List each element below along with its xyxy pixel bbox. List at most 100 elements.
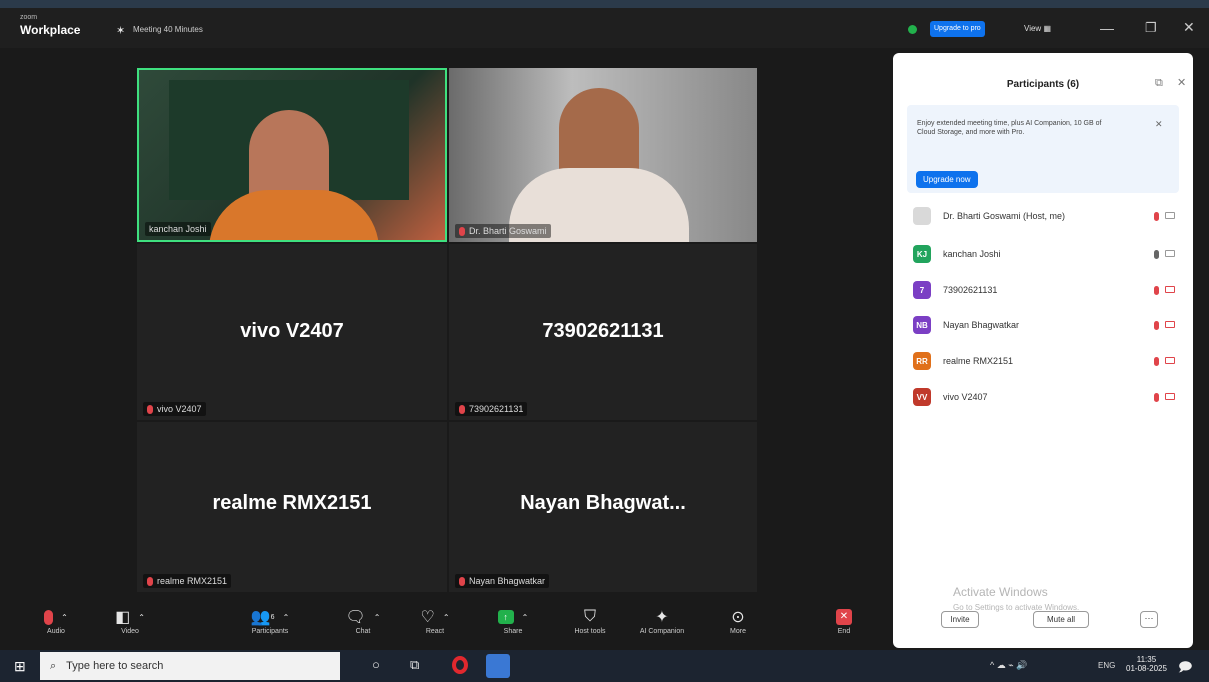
mic-muted-icon[interactable] bbox=[1154, 356, 1159, 366]
ai-companion-label: AI Companion bbox=[639, 628, 685, 635]
clock[interactable]: 11:35 01-08-2025 bbox=[1126, 655, 1167, 673]
meeting-title[interactable]: Meeting 40 Minutes bbox=[133, 25, 203, 34]
brand-top: zoom bbox=[20, 14, 38, 21]
taskbar-search[interactable]: ⌕ Type here to search bbox=[40, 652, 340, 680]
tile-label-text: realme RMX2151 bbox=[157, 576, 228, 586]
video-tile-realme[interactable]: realme RMX2151 realme RMX2151 bbox=[137, 422, 447, 592]
audio-button[interactable]: ⌃ Audio bbox=[26, 606, 86, 635]
video-label: Video bbox=[121, 628, 139, 635]
promo-text: Enjoy extended meeting time, plus AI Com… bbox=[917, 120, 1102, 136]
tray-icons[interactable]: ^ ☁ ⌁ 🔊 bbox=[990, 660, 1027, 671]
zoom-app-icon[interactable] bbox=[486, 654, 510, 678]
participant-row[interactable]: NB Nayan Bhagwatkar bbox=[913, 314, 1175, 336]
audio-label: Audio bbox=[47, 628, 65, 635]
mic-muted-icon bbox=[459, 226, 465, 236]
more-button[interactable]: ⊙ More bbox=[708, 606, 768, 635]
tile-name: 73902621131 bbox=[542, 320, 664, 342]
windows-start-icon[interactable]: ⊞ bbox=[14, 658, 26, 675]
view-button[interactable]: View ▦ bbox=[1024, 24, 1051, 33]
share-label: Share bbox=[503, 628, 523, 635]
participant-row[interactable]: VV vivo V2407 bbox=[913, 386, 1175, 408]
participant-row[interactable]: 7 73902621131 bbox=[913, 279, 1175, 301]
notification-icon[interactable]: 🗩 bbox=[1178, 658, 1192, 680]
participant-icons bbox=[1154, 285, 1175, 295]
search-icon: ⌕ bbox=[50, 659, 57, 672]
activate-windows-subtitle: Go to Settings to activate Windows. bbox=[953, 603, 1080, 612]
video-tile-kanchan[interactable]: kanchan Joshi bbox=[137, 68, 447, 242]
tile-name: vivo V2407 bbox=[240, 320, 344, 342]
video-button[interactable]: ◧ ⌃ Video bbox=[100, 606, 160, 635]
dismiss-promo-icon[interactable]: ✕ bbox=[1155, 119, 1163, 130]
windows-taskbar: ⊞ ⌕ Type here to search ○ ⧉ ^ ☁ ⌁ 🔊 ENG … bbox=[0, 650, 1209, 682]
host-tools-button[interactable]: ⛉ Host tools bbox=[560, 606, 620, 635]
end-label: End bbox=[837, 628, 851, 635]
tile-label-text: vivo V2407 bbox=[157, 404, 202, 414]
mic-icon[interactable] bbox=[1154, 249, 1159, 259]
activate-windows-title: Activate Windows bbox=[953, 585, 1048, 599]
more-options-button[interactable]: ··· bbox=[1140, 611, 1158, 628]
participants-panel: Participants (6) ⧉ ✕ Enjoy extended meet… bbox=[893, 53, 1193, 648]
video-tile-nayan[interactable]: Nayan Bhagwat... Nayan Bhagwatkar bbox=[449, 422, 757, 592]
share-icon: ↑ ⌃ bbox=[483, 606, 543, 628]
mic-muted-icon[interactable] bbox=[1154, 211, 1159, 221]
close-button[interactable]: ✕ bbox=[1183, 19, 1195, 36]
tile-label: vivo V2407 bbox=[143, 402, 206, 416]
host-tools-label: Host tools bbox=[574, 628, 606, 635]
mic-muted-icon[interactable] bbox=[1154, 392, 1159, 402]
camera-off-icon[interactable] bbox=[1165, 392, 1175, 400]
restore-button[interactable]: ❐ bbox=[1145, 20, 1157, 36]
view-label: View bbox=[1024, 24, 1042, 33]
tile-label: realme RMX2151 bbox=[143, 574, 232, 588]
mic-muted-icon bbox=[147, 576, 153, 586]
close-panel-icon[interactable]: ✕ bbox=[1177, 76, 1186, 89]
camera-icon[interactable] bbox=[1165, 249, 1175, 257]
task-view-icon[interactable]: ⧉ bbox=[410, 657, 419, 673]
ai-companion-button[interactable]: ✦ AI Companion bbox=[632, 606, 692, 635]
language-indicator[interactable]: ENG bbox=[1098, 661, 1115, 670]
participant-row[interactable]: RR realme RMX2151 bbox=[913, 350, 1175, 372]
tile-label: kanchan Joshi bbox=[145, 222, 211, 236]
search-placeholder: Type here to search bbox=[66, 660, 164, 672]
chat-label: Chat bbox=[355, 628, 371, 635]
tile-name: realme RMX2151 bbox=[212, 492, 372, 514]
minimize-button[interactable]: — bbox=[1100, 20, 1114, 36]
share-button[interactable]: ↑ ⌃ Share bbox=[483, 606, 543, 635]
avatar bbox=[913, 207, 931, 225]
participants-label: Participants bbox=[251, 628, 289, 635]
participant-row[interactable]: KJ kanchan Joshi bbox=[913, 243, 1175, 265]
end-icon: ✕ bbox=[814, 606, 874, 628]
participant-name: kanchan Joshi bbox=[943, 249, 1001, 259]
mic-muted-icon[interactable] bbox=[1154, 320, 1159, 330]
chat-button[interactable]: 🗨 ⌃ Chat bbox=[333, 606, 393, 635]
camera-off-icon[interactable] bbox=[1165, 356, 1175, 364]
video-tile-bharti[interactable]: Dr. Bharti Goswami bbox=[449, 68, 757, 242]
invite-button[interactable]: Invite bbox=[941, 611, 979, 628]
mic-muted-icon bbox=[459, 576, 465, 586]
cortana-icon[interactable]: ○ bbox=[372, 657, 380, 672]
end-button[interactable]: ✕ End bbox=[814, 606, 874, 635]
participants-button[interactable]: 👥 6 ⌃ Participants bbox=[240, 606, 300, 635]
tile-label-text: Nayan Bhagwatkar bbox=[469, 576, 546, 586]
upgrade-to-pro-button[interactable]: Upgrade to pro bbox=[930, 21, 985, 37]
video-tile-vivo[interactable]: vivo V2407 vivo V2407 bbox=[137, 244, 447, 420]
react-button[interactable]: ♡ ⌃ React bbox=[405, 606, 465, 635]
avatar: RR bbox=[913, 352, 931, 370]
tile-label: Nayan Bhagwatkar bbox=[455, 574, 550, 588]
promo-box: Enjoy extended meeting time, plus AI Com… bbox=[907, 105, 1179, 193]
more-label: More bbox=[730, 628, 746, 635]
upgrade-now-button[interactable]: Upgrade now bbox=[916, 171, 978, 188]
opera-icon[interactable] bbox=[452, 656, 468, 674]
tile-label: 73902621131 bbox=[455, 402, 528, 416]
more-icon: ⊙ bbox=[731, 609, 745, 626]
popout-icon[interactable]: ⧉ bbox=[1155, 77, 1163, 90]
avatar: KJ bbox=[913, 245, 931, 263]
video-tile-73902621131[interactable]: 73902621131 73902621131 bbox=[449, 244, 757, 420]
chat-icon: 🗨 ⌃ bbox=[345, 609, 381, 626]
mic-muted-icon: ⌃ bbox=[26, 606, 86, 628]
mic-muted-icon[interactable] bbox=[1154, 285, 1159, 295]
camera-icon[interactable] bbox=[1165, 211, 1175, 219]
participant-row[interactable]: Dr. Bharti Goswami (Host, me) bbox=[913, 205, 1175, 227]
camera-off-icon[interactable] bbox=[1165, 285, 1175, 293]
camera-off-icon[interactable] bbox=[1165, 320, 1175, 328]
mute-all-button[interactable]: Mute all bbox=[1033, 611, 1089, 628]
